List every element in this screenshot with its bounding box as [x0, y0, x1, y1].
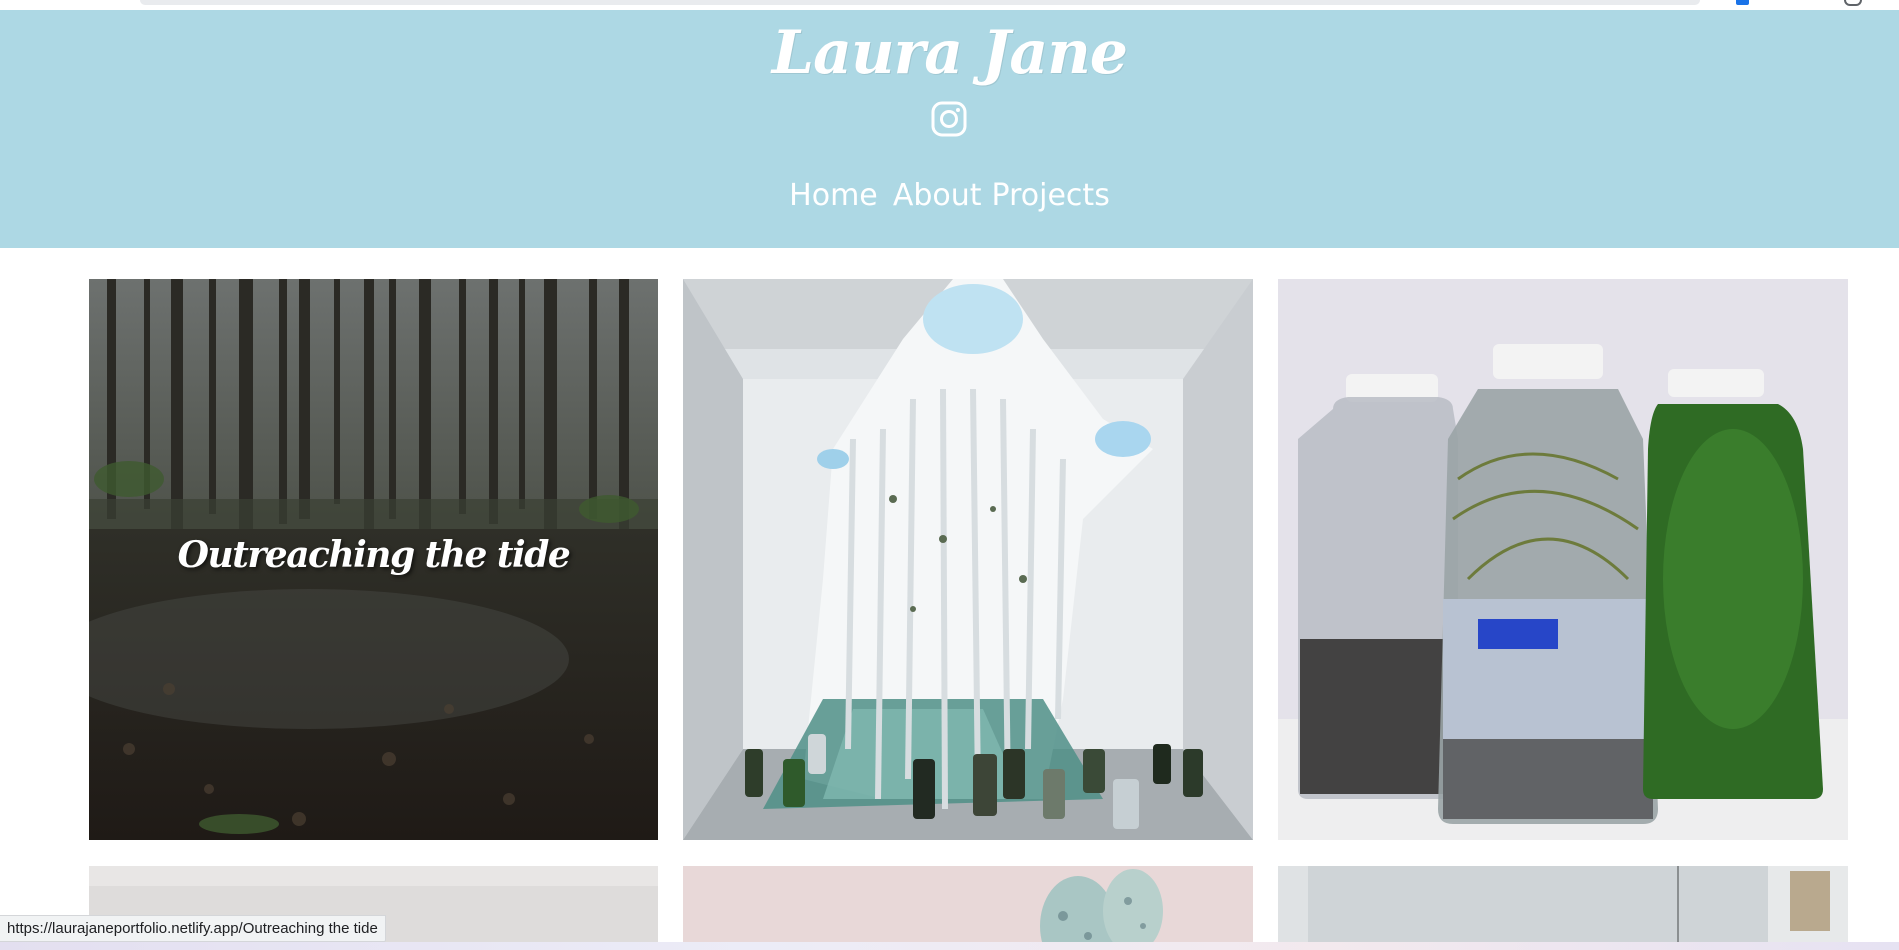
site-brand[interactable]: Laura Jane — [0, 18, 1899, 88]
ceramic-eggs-photo — [683, 866, 1253, 950]
nav-home[interactable]: Home — [789, 178, 878, 213]
hanging-fabric-installation-photo — [683, 279, 1253, 840]
instagram-icon[interactable] — [931, 101, 967, 137]
browser-top-strip — [0, 0, 1899, 10]
main-nav: Home About Projects — [0, 178, 1899, 213]
interior-room-photo — [1278, 866, 1848, 950]
os-taskbar-edge — [0, 942, 1899, 950]
address-bar[interactable] — [140, 0, 1700, 5]
extension-icon[interactable] — [1736, 0, 1749, 5]
project-tile-6[interactable] — [1278, 866, 1848, 950]
project-tile-outreaching[interactable]: Outreaching the tide — [89, 279, 658, 840]
three-bottles-with-plants-photo — [1278, 279, 1848, 840]
project-tile-bottles[interactable] — [1278, 279, 1848, 840]
project-tile-5[interactable] — [683, 866, 1253, 950]
profile-icon[interactable] — [1844, 0, 1862, 6]
nav-projects[interactable]: Projects — [992, 178, 1110, 213]
nav-about[interactable]: About — [893, 178, 982, 213]
tile-title: Outreaching the tide — [177, 534, 571, 576]
project-tile-installation[interactable] — [683, 279, 1253, 840]
site-header: Laura Jane Home About Projects — [0, 10, 1899, 248]
status-bar-url: https://laurajaneportfolio.netlify.app/O… — [0, 915, 386, 942]
